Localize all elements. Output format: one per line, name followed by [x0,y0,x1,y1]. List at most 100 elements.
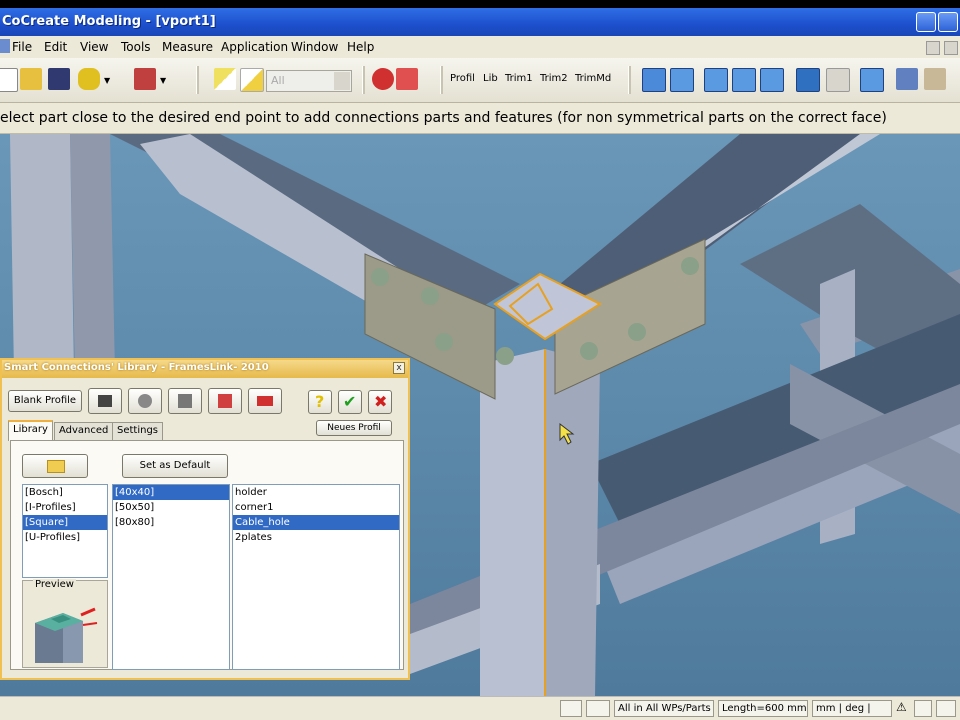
preview-image [35,607,98,663]
zoom-icon[interactable] [670,68,694,92]
status-field-empty [560,700,582,717]
connection-icon [178,394,192,408]
connection-icon-button[interactable] [168,388,202,414]
help-button[interactable]: ? [308,390,332,414]
column-left-shadow[interactable] [70,134,115,374]
help-pointer-icon[interactable] [396,68,418,90]
status-field-empty [586,700,610,717]
eraser-icon [257,396,273,406]
list-item[interactable]: 2plates [233,530,399,545]
list-item[interactable]: holder [233,485,399,500]
eraser-icon-button[interactable] [248,388,282,414]
list-item[interactable]: [U-Profiles] [23,530,107,545]
zoom-window-icon[interactable] [760,68,784,92]
menu-measure[interactable]: Measure [162,40,213,54]
mdi-close-button[interactable] [944,41,958,55]
selection-filter-dropdown[interactable]: All [266,70,352,92]
connection-part-list[interactable]: holder corner1 Cable_hole 2plates [232,484,400,670]
bolt [496,347,514,365]
library-icon-button[interactable] [88,388,122,414]
list-item[interactable]: [I-Profiles] [23,500,107,515]
previous-view-icon[interactable] [860,68,884,92]
menu-application[interactable]: Application [221,40,288,54]
main-column-front[interactable] [480,349,545,696]
neues-profil-button[interactable]: Neues Profil [316,420,392,436]
prompt-line: elect part close to the desired end poin… [0,103,960,134]
toolbar-lib-button[interactable]: Lib [483,73,498,84]
bolt [371,268,389,286]
blank-profile-button[interactable]: Blank Profile [8,390,82,412]
menu-edit[interactable]: Edit [44,40,67,54]
tab-library[interactable]: Library [8,420,53,441]
app-menu-icon[interactable] [0,39,10,53]
catalog-icon [98,395,112,407]
list-item[interactable]: [Bosch] [23,485,107,500]
status-bar: All in All WPs/Parts Length=600 mm mm | … [0,696,960,720]
list-item[interactable]: [40x40] [113,485,229,500]
dropdown-arrow-icon[interactable]: ▼ [104,76,110,85]
fit-view-icon[interactable] [642,68,666,92]
set-as-default-button[interactable]: Set as Default [122,454,228,478]
select-arrow-icon[interactable] [214,68,236,90]
menu-bar: File Edit View Tools Measure Application… [0,36,960,58]
bolt [580,342,598,360]
dropdown-arrow-icon[interactable]: ▼ [160,76,166,85]
application-window: CoCreate Modeling - [vport1] File Edit V… [0,0,960,720]
toolbar-trim1-button[interactable]: Trim1 [505,73,533,84]
rotate-view-icon[interactable] [732,68,756,92]
select-filter-icon[interactable] [240,68,264,92]
dialog-close-button[interactable]: x [393,362,405,374]
tab-settings[interactable]: Settings [112,422,164,440]
open-folder-icon[interactable] [20,68,42,90]
settings-icon[interactable] [924,68,946,90]
cancel-button[interactable]: ✖ [368,390,392,414]
status-selection: All in All WPs/Parts [614,700,714,717]
dialog-title-bar: Smart Connections' Library - FramesLink-… [2,360,408,378]
list-item[interactable]: [Square] [23,515,107,530]
tab-advanced[interactable]: Advanced [54,422,114,440]
profile-size-list[interactable]: [40x40] [50x50] [80x80] [112,484,230,670]
menu-help[interactable]: Help [347,40,374,54]
status-units: mm | deg | [812,700,892,717]
main-toolbar: ▼ ▼ Profil Lib Trim1 Trim2 TrimMd [0,58,960,103]
toolbar-profil-button[interactable]: Profil [450,73,475,84]
menu-file[interactable]: File [12,40,32,54]
close-icon: ✖ [374,392,388,411]
shaded-view-icon[interactable] [796,68,820,92]
scissors-icon[interactable] [372,68,394,90]
menu-view[interactable]: View [80,40,108,54]
main-column-side[interactable] [545,349,600,696]
dimension-icon[interactable] [896,68,918,90]
list-item[interactable]: Cable_hole [233,515,399,530]
question-mark-icon: ? [315,392,325,411]
list-item[interactable]: [50x50] [113,500,229,515]
save-icon[interactable] [48,68,70,90]
profile-category-list[interactable]: [Bosch] [I-Profiles] [Square] [U-Profiles] [22,484,108,578]
dialog-title: Smart Connections' Library - FramesLink-… [4,362,269,373]
toolbar-separator [362,66,365,94]
gear-icon [138,394,152,408]
bolt [628,323,646,341]
wireframe-view-icon[interactable] [826,68,850,92]
chevron-down-icon [334,72,350,90]
mdi-restore-button[interactable] [926,41,940,55]
toolbar-trimmd-button[interactable]: TrimMd [575,73,611,84]
minimize-button[interactable] [916,12,936,32]
tool-icon-button[interactable] [128,388,162,414]
menu-window[interactable]: Window [291,40,338,54]
ok-button[interactable]: ✔ [338,390,362,414]
new-file-icon[interactable] [0,68,18,92]
profile-edit-icon-button[interactable] [208,388,242,414]
list-item[interactable]: [80x80] [113,515,229,530]
open-folder-button[interactable] [22,454,88,478]
toolbar-trim2-button[interactable]: Trim2 [540,73,568,84]
part-icon[interactable] [78,68,100,90]
workplane-icon[interactable] [134,68,156,90]
pan-icon[interactable] [704,68,728,92]
warning-icon: ⚠ [896,700,907,714]
list-item[interactable]: corner1 [233,500,399,515]
window-title: CoCreate Modeling - [vport1] [2,14,216,29]
menu-tools[interactable]: Tools [121,40,151,54]
maximize-button[interactable] [938,12,958,32]
bolt [435,333,453,351]
